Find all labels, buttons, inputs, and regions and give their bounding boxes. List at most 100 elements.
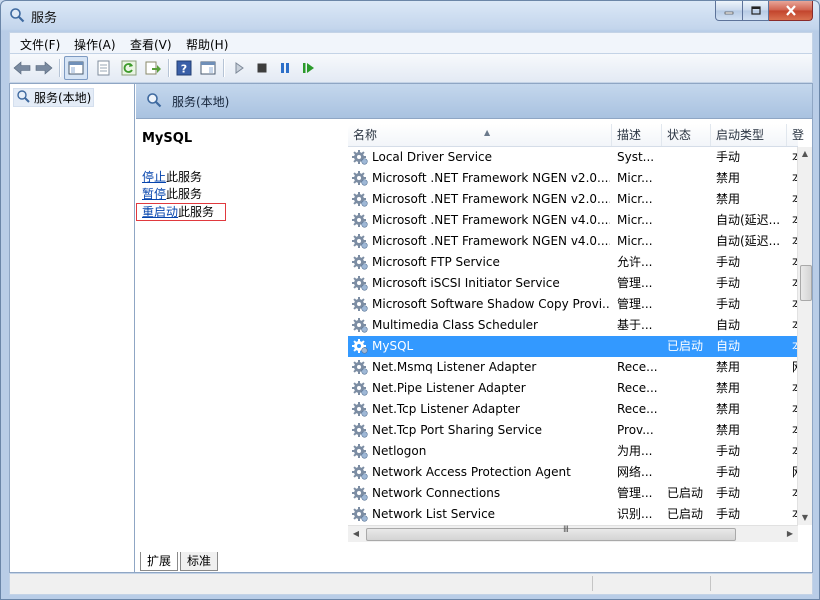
export-list-icon[interactable]	[143, 58, 163, 78]
service-description-cell: Rece...	[617, 360, 658, 374]
restart-service-icon[interactable]	[298, 58, 318, 78]
start-service-icon[interactable]	[229, 58, 249, 78]
service-status-cell	[667, 273, 711, 294]
stop-service-icon[interactable]	[252, 58, 272, 78]
service-description-cell: Prov...	[617, 423, 654, 437]
service-description-cell: Micr...	[617, 234, 653, 248]
back-arrow-icon[interactable]	[12, 58, 32, 78]
service-row[interactable]: Microsoft .NET Framework NGEN v2.0.... Mi…	[348, 168, 798, 189]
action-suffix: 此服务	[166, 187, 203, 201]
service-description-cell: 网络...	[617, 465, 653, 479]
show-hide-action-pane-icon[interactable]	[198, 58, 218, 78]
scroll-right-arrow-icon[interactable]: ▶	[782, 526, 798, 542]
service-row[interactable]: Microsoft FTP Service允许...手动本	[348, 252, 798, 273]
service-name-cell: Microsoft Software Shadow Copy Provi...	[372, 297, 610, 311]
console-tree: 服务(本地)	[10, 84, 135, 572]
service-row[interactable]: Net.Tcp Port Sharing ServiceProv...禁用本	[348, 420, 798, 441]
stop-service-action: 停止此服务	[142, 168, 202, 185]
service-row[interactable]: Local Driver ServiceSyst...手动本	[348, 147, 798, 168]
column-header-status[interactable]: 状态	[662, 124, 711, 146]
service-description-cell: 为用...	[617, 444, 653, 458]
menu-bar: 文件(F) 操作(A) 查看(V) 帮助(H)	[9, 32, 813, 53]
service-row[interactable]: Multimedia Class Scheduler基于...自动本	[348, 315, 798, 336]
properties-icon[interactable]	[94, 58, 114, 78]
help-icon[interactable]: ?	[174, 58, 194, 78]
services-local-icon	[16, 89, 30, 106]
console-tree-icon[interactable]	[64, 56, 88, 80]
menu-help[interactable]: 帮助(H)	[186, 36, 228, 53]
service-startup-type-cell: 手动	[716, 444, 741, 458]
service-startup-type-cell: 自动	[716, 339, 741, 353]
service-gear-icon	[352, 275, 368, 291]
service-gear-icon	[352, 359, 368, 375]
column-header-startup-type[interactable]: 启动类型	[711, 124, 787, 146]
details-header: 服务(本地)	[136, 84, 812, 119]
service-startup-type-cell: 自动(延迟...	[716, 213, 781, 227]
service-row[interactable]: Network List Service识别...已启动手动本	[348, 504, 798, 525]
menu-file[interactable]: 文件(F)	[20, 36, 60, 53]
service-row[interactable]: Microsoft Software Shadow Copy Provi... 管…	[348, 294, 798, 315]
services-window: 服务 文件(F) 操作(A) 查看(V) 帮助(H) ? 服务(本地) 服务(本…	[0, 0, 820, 600]
details-header-title: 服务(本地)	[172, 95, 230, 109]
refresh-icon[interactable]	[119, 58, 139, 78]
service-name-cell: Net.Msmq Listener Adapter	[372, 360, 537, 374]
menu-view[interactable]: 查看(V)	[130, 36, 172, 53]
menu-action[interactable]: 操作(A)	[74, 36, 116, 53]
vertical-scrollbar[interactable]: ▲ ▼	[797, 147, 812, 525]
pause-service-link[interactable]: 暂停	[142, 187, 166, 201]
vertical-scroll-thumb[interactable]	[800, 265, 812, 301]
selected-service-name: MySQL	[142, 131, 193, 146]
horizontal-scrollbar[interactable]: ◀ III ▶	[348, 525, 798, 542]
service-status-cell: 已启动	[667, 339, 704, 353]
tree-item-services-local[interactable]: 服务(本地)	[13, 88, 95, 107]
service-row[interactable]: Network Connections管理...已启动手动本	[348, 483, 798, 504]
service-startup-type-cell: 禁用	[716, 423, 741, 437]
column-header-description[interactable]: 描述	[612, 124, 662, 146]
service-row[interactable]: Network Access Protection Agent网络...手动网	[348, 462, 798, 483]
toolbar: ?	[9, 53, 813, 83]
service-row[interactable]: Net.Tcp Listener AdapterRece...禁用本	[348, 399, 798, 420]
scroll-up-arrow-icon[interactable]: ▲	[798, 147, 812, 161]
column-header-logon-as[interactable]: 登	[787, 124, 812, 146]
pause-service-icon[interactable]	[275, 58, 295, 78]
services-rows: Local Driver ServiceSyst...手动本Microsoft …	[348, 147, 798, 525]
column-header-name[interactable]: 名称 ▲	[348, 124, 612, 146]
tab-standard[interactable]: 标准	[180, 552, 219, 571]
pause-service-action: 暂停此服务	[142, 185, 202, 202]
service-status-cell	[667, 441, 711, 462]
tree-item-label: 服务(本地)	[34, 91, 92, 105]
service-row[interactable]: Microsoft .NET Framework NGEN v4.0.... Mi…	[348, 210, 798, 231]
service-name-cell: Microsoft .NET Framework NGEN v4.0....	[372, 234, 610, 248]
service-status-cell	[667, 294, 711, 315]
tab-extended[interactable]: 扩展	[140, 552, 179, 571]
stop-service-link[interactable]: 停止	[142, 170, 166, 184]
service-name-cell: Network List Service	[372, 507, 496, 521]
scroll-down-arrow-icon[interactable]: ▼	[798, 511, 812, 525]
service-gear-icon	[352, 422, 368, 438]
horizontal-scroll-thumb[interactable]: III	[366, 525, 736, 541]
title-bar: 服务	[1, 1, 819, 29]
service-startup-type-cell: 手动	[716, 276, 741, 290]
service-name-cell: Microsoft .NET Framework NGEN v4.0....	[372, 213, 610, 227]
service-name-cell: Network Connections	[372, 486, 501, 500]
service-row[interactable]: Net.Pipe Listener AdapterRece...禁用本	[348, 378, 798, 399]
service-row[interactable]: Microsoft .NET Framework NGEN v2.0.... Mi…	[348, 189, 798, 210]
service-row[interactable]: Net.Msmq Listener AdapterRece...禁用网	[348, 357, 798, 378]
forward-arrow-icon[interactable]	[34, 58, 54, 78]
main-client-area: 服务(本地) 服务(本地) MySQL 停止此服务 暂停此服务 重启动此服务 名…	[9, 83, 813, 573]
service-row[interactable]: Netlogon为用...手动本	[348, 441, 798, 462]
service-gear-icon	[352, 464, 368, 480]
maximize-button[interactable]	[743, 1, 769, 21]
service-description-cell: Micr...	[617, 213, 653, 227]
service-gear-icon	[352, 317, 368, 333]
service-status-cell	[667, 420, 711, 441]
service-row[interactable]: MySQL已启动自动本	[348, 336, 798, 357]
service-row[interactable]: Microsoft iSCSI Initiator Service 管理... 手动…	[348, 273, 798, 294]
scroll-left-arrow-icon[interactable]: ◀	[348, 526, 364, 542]
service-status-cell	[667, 210, 711, 231]
service-row[interactable]: Microsoft .NET Framework NGEN v4.0.... Mi…	[348, 231, 798, 252]
close-button[interactable]	[769, 1, 813, 21]
minimize-button[interactable]	[715, 1, 743, 21]
service-startup-type-cell: 禁用	[716, 402, 741, 416]
service-name-cell: Netlogon	[372, 444, 427, 458]
